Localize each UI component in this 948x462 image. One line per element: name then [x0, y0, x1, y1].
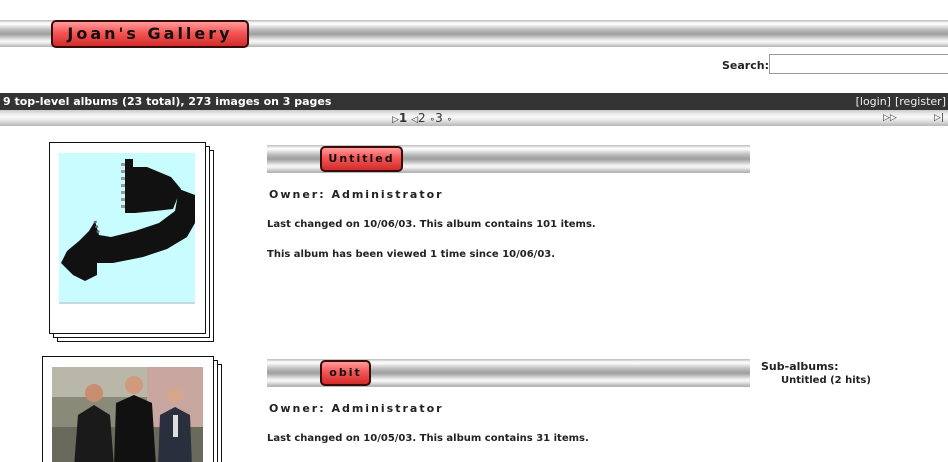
- subalbums-label: Sub-albums:: [761, 360, 839, 373]
- navigation-bar: ▷1 ◁2 ∘3 ∘ ▷▷ ▷|: [0, 110, 948, 126]
- search-input[interactable]: [769, 54, 948, 74]
- next-page-icon[interactable]: ▷▷: [883, 110, 897, 126]
- album-changed: Last changed on 10/05/03. This album con…: [267, 433, 589, 444]
- triangle-right-icon: ▷: [392, 115, 399, 125]
- album-thumbnail[interactable]: [42, 356, 214, 462]
- dot-icon: ∘: [446, 115, 453, 125]
- subalbum-link[interactable]: Untitled (2 hits): [781, 375, 871, 386]
- album-title-button[interactable]: Untitled: [320, 146, 403, 172]
- album-changed: Last changed on 10/06/03. This album con…: [267, 219, 596, 230]
- page-link-3[interactable]: 3: [435, 111, 443, 125]
- page-link-2[interactable]: 2: [418, 111, 426, 125]
- gallery-title: Joan's Gallery: [51, 20, 249, 48]
- album-owner: Owner: Administrator: [269, 188, 444, 201]
- register-link[interactable]: [register]: [895, 95, 946, 108]
- album-thumbnail[interactable]: [49, 142, 206, 334]
- auth-links: [login] [register]: [852, 95, 946, 108]
- album-views: This album has been viewed 1 time since …: [267, 249, 556, 260]
- pager: ▷1 ◁2 ∘3 ∘: [392, 110, 452, 128]
- album-title-button[interactable]: obit: [320, 360, 371, 386]
- last-page-icon[interactable]: ▷|: [934, 110, 944, 126]
- search-label: Search:: [722, 59, 769, 72]
- status-bar: 9 top-level albums (23 total), 273 image…: [0, 93, 948, 110]
- page-current: 1: [398, 111, 408, 125]
- arrow-graphic-icon: [59, 153, 195, 304]
- album-owner: Owner: Administrator: [269, 402, 444, 415]
- group-photo-icon: [52, 367, 203, 462]
- triangle-left-icon: ◁: [411, 115, 419, 125]
- album-count-text: 9 top-level albums (23 total), 273 image…: [3, 95, 332, 108]
- login-link[interactable]: [login]: [856, 95, 891, 108]
